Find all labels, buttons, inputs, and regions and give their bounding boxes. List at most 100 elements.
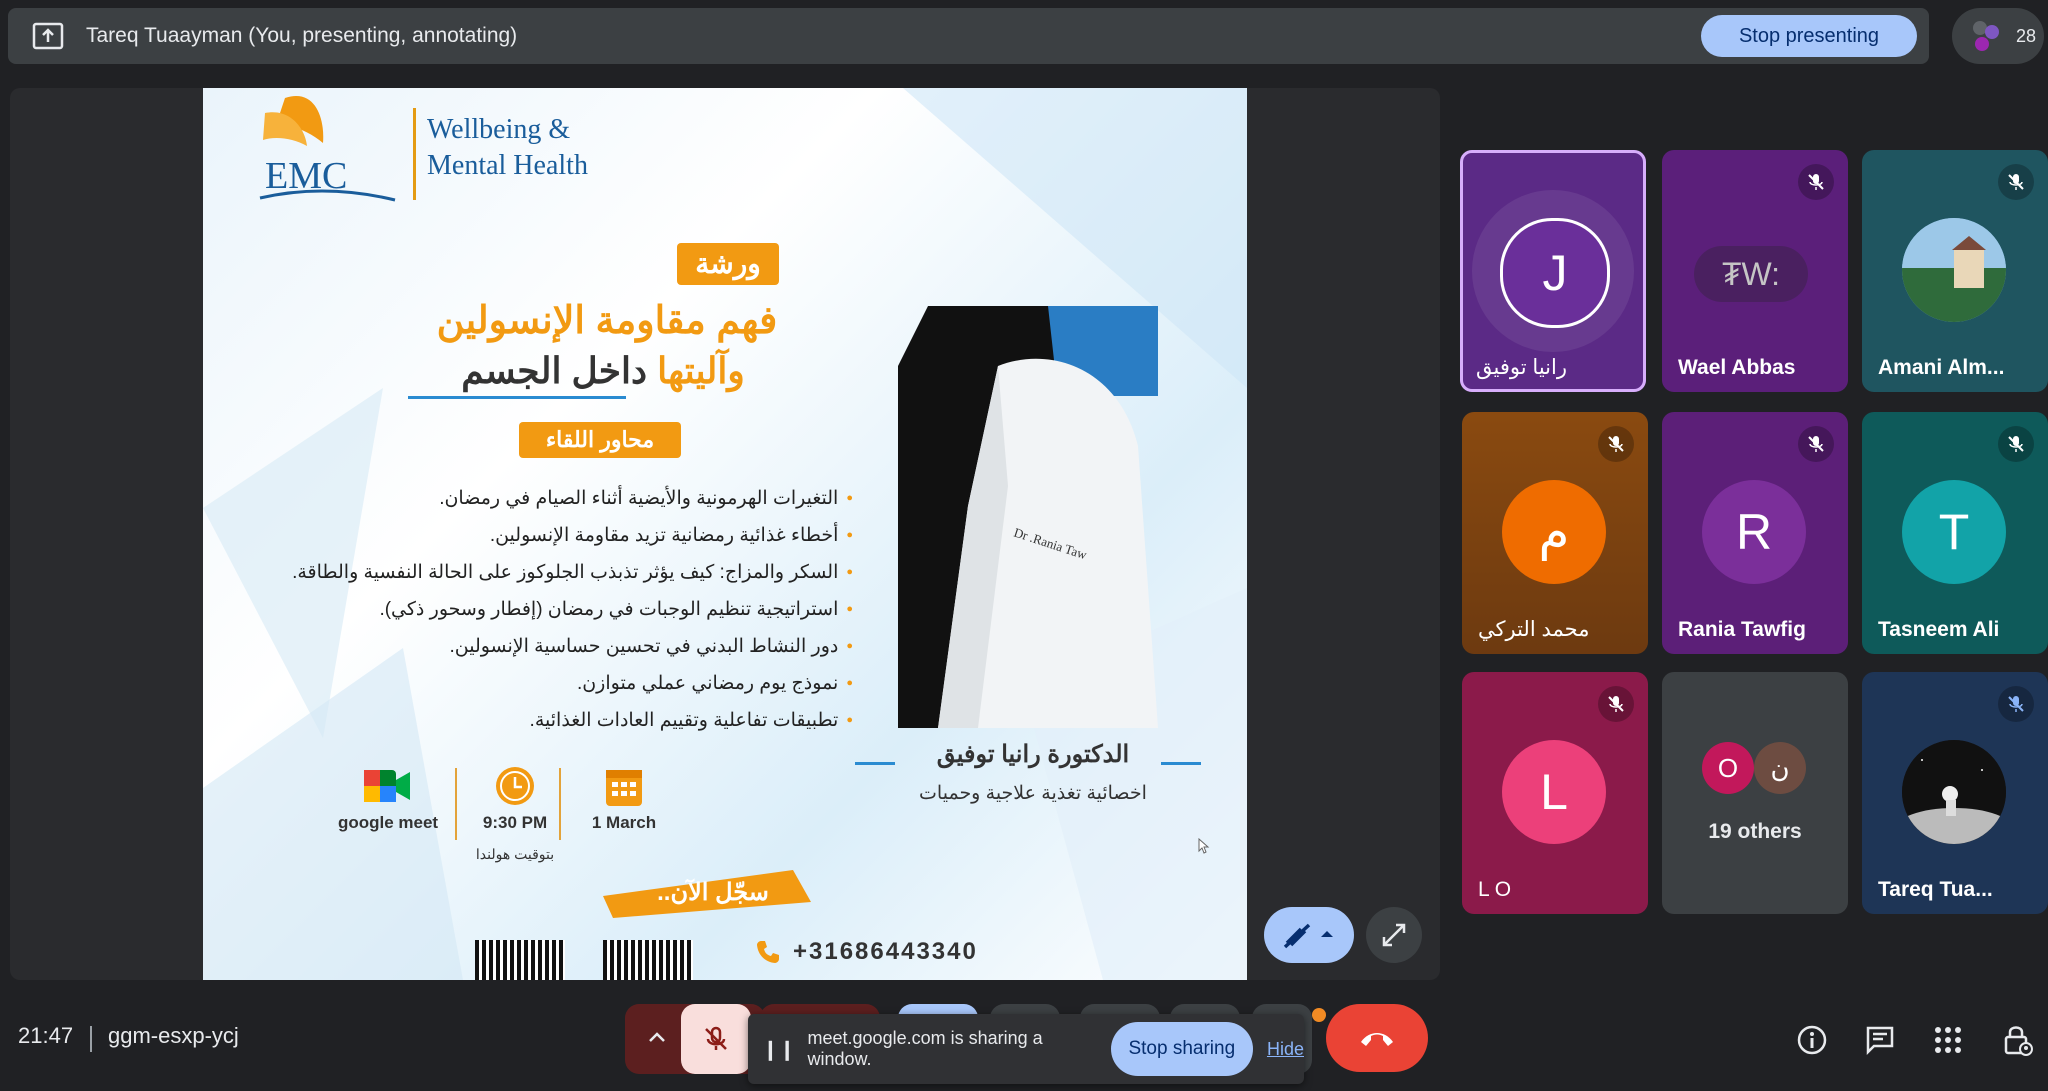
participant-tile[interactable]: L L O: [1462, 672, 1648, 914]
chat-button[interactable]: [1860, 1020, 1900, 1060]
present-screen-icon: [32, 22, 64, 50]
date-label: 1 March: [591, 813, 657, 832]
qr-code: [475, 940, 565, 980]
pen-icon: [1283, 923, 1333, 949]
date-info: 1 March: [569, 764, 679, 833]
participant-tile[interactable]: Amani Alm...: [1862, 150, 2048, 392]
avatar: O: [1702, 742, 1754, 794]
activities-button[interactable]: [1928, 1020, 1968, 1060]
clock-time: 21:47: [18, 1023, 74, 1048]
divider: [90, 1026, 92, 1052]
participant-tile[interactable]: T Tasneem Ali: [1862, 412, 2048, 654]
participant-tile[interactable]: Tareq Tua...: [1862, 672, 2048, 914]
time-label: 9:30 PM: [482, 813, 548, 832]
participant-name: محمد التركي: [1478, 618, 1590, 641]
title-rest: داخل الجسم: [461, 350, 648, 391]
participant-name: Amani Alm...: [1878, 356, 2005, 379]
meeting-info-button[interactable]: [1792, 1020, 1832, 1060]
participant-tile[interactable]: م محمد التركي: [1462, 412, 1648, 654]
mic-off-icon: [1998, 164, 2034, 200]
phone-icon: [757, 941, 779, 963]
sharing-notification: ❙❙ meet.google.com is sharing a window. …: [748, 1014, 1304, 1084]
meeting-code[interactable]: ggm-esxp-ycj: [108, 1023, 239, 1049]
mouse-cursor-icon: [1198, 837, 1210, 859]
avatar: L: [1502, 740, 1606, 844]
mic-off-icon: [1598, 426, 1634, 462]
presenting-bar: Tareq Tuaayman (You, presenting, annotat…: [8, 8, 1929, 64]
chevron-up-icon[interactable]: [647, 1030, 667, 1049]
leave-call-button[interactable]: [1326, 1004, 1428, 1072]
brand-line-2: Mental Health: [427, 150, 588, 181]
participant-name: Tareq Tua...: [1878, 878, 1993, 901]
participant-tile[interactable]: R Rania Tawfig: [1662, 412, 1848, 654]
hide-link[interactable]: Hide: [1267, 1039, 1304, 1060]
apps-grid-icon: [1935, 1027, 1961, 1053]
name-line-right: [1161, 762, 1201, 765]
emc-logo: EMC: [245, 88, 405, 213]
lock-person-icon: [2004, 1026, 2033, 1056]
participant-tile[interactable]: J رانيا توفيق: [1460, 150, 1646, 392]
register-now-banner: سجّل الآن..: [593, 868, 813, 918]
mic-control-group: [625, 1004, 765, 1074]
list-item: أخطاء غذائية رمضانية تزيد مقاومة الإنسول…: [243, 517, 853, 554]
info-divider: [455, 768, 457, 840]
list-item: نموذج يوم رمضاني عملي متوازن.: [243, 665, 853, 702]
mic-off-icon: [1598, 686, 1634, 722]
platform-info: google meet: [323, 764, 453, 833]
participant-name: Wael Abbas: [1678, 356, 1796, 379]
notification-dot: [1312, 1008, 1326, 1022]
avatar-photo: [1902, 740, 2006, 844]
avatar: J: [1500, 218, 1610, 328]
chat-icon: [1866, 1026, 1894, 1056]
mic-off-icon: [1998, 686, 2034, 722]
mic-off-icon: [1998, 426, 2034, 462]
participants-chip[interactable]: 28: [1952, 8, 2044, 64]
mic-off-icon: [1798, 426, 1834, 462]
mic-off-icon: [1798, 164, 1834, 200]
mic-toggle-button[interactable]: [681, 1004, 751, 1074]
list-item: السكر والمزاج: كيف يؤثر تذبذب الجلوكوز ع…: [243, 554, 853, 591]
stop-presenting-button[interactable]: Stop presenting: [1701, 15, 1917, 57]
platform-label: google meet: [337, 813, 439, 832]
participant-name: Rania Tawfig: [1678, 618, 1806, 641]
time-info: 9:30 PM: [465, 764, 565, 833]
doctor-title: اخصائية تغذية علاجية وحميات: [919, 783, 1147, 804]
phone-number: +31686443340: [793, 938, 978, 965]
avatar: ₮W:: [1694, 246, 1808, 302]
brand-divider: [413, 108, 416, 200]
list-item: دور النشاط البدني في تحسين حساسية الإنسو…: [243, 628, 853, 665]
sharing-message: meet.google.com is sharing a window.: [807, 1028, 1043, 1069]
avatar: R: [1702, 480, 1806, 584]
expand-icon: [1382, 923, 1406, 947]
avatar-photo: [1902, 218, 2006, 322]
stop-sharing-button[interactable]: Stop sharing: [1110, 1022, 1253, 1076]
topics-label: محاور اللقاء: [519, 422, 681, 458]
others-tile[interactable]: O ن 19 others: [1662, 672, 1848, 914]
avatar: م: [1502, 480, 1606, 584]
shared-slide: EMC Wellbeing & Mental Health ورشة فهم م…: [203, 88, 1247, 980]
others-count-label: 19 others: [1708, 820, 1802, 843]
info-icon: [1797, 1025, 1827, 1055]
time-note: بتوقيت هولندا: [475, 846, 555, 862]
annotation-toggle-button[interactable]: [1264, 907, 1354, 963]
fullscreen-button[interactable]: [1366, 907, 1422, 963]
doctor-name: الدكتورة رانيا توفيق: [936, 741, 1130, 768]
participant-count: 28: [2016, 25, 2037, 46]
calendar-icon: [606, 770, 642, 806]
hang-up-icon: [1361, 1033, 1393, 1046]
list-item: استراتيجية تنظيم الوجبات في رمضان (إفطار…: [243, 591, 853, 628]
participant-avatars-icon: [1968, 18, 2004, 54]
google-meet-icon: [364, 770, 410, 802]
participant-tile[interactable]: ₮W: Wael Abbas: [1662, 150, 1848, 392]
doctor-photo: Dr .Rania Taw: [898, 306, 1158, 728]
participant-name: L O: [1478, 878, 1512, 901]
workshop-label: ورشة: [677, 243, 779, 285]
title-underline: [408, 396, 626, 399]
slide-title-line1: فهم مقاومة الإنسولين: [436, 300, 778, 342]
clock-icon: [496, 767, 534, 805]
host-controls-button[interactable]: [1998, 1020, 2038, 1060]
title-highlight: وآليتها: [657, 350, 745, 391]
qr-code: [603, 940, 693, 980]
register-now-text: سجّل الآن..: [657, 879, 769, 906]
slide-title-line2: وآليتها داخل الجسم: [403, 350, 803, 392]
